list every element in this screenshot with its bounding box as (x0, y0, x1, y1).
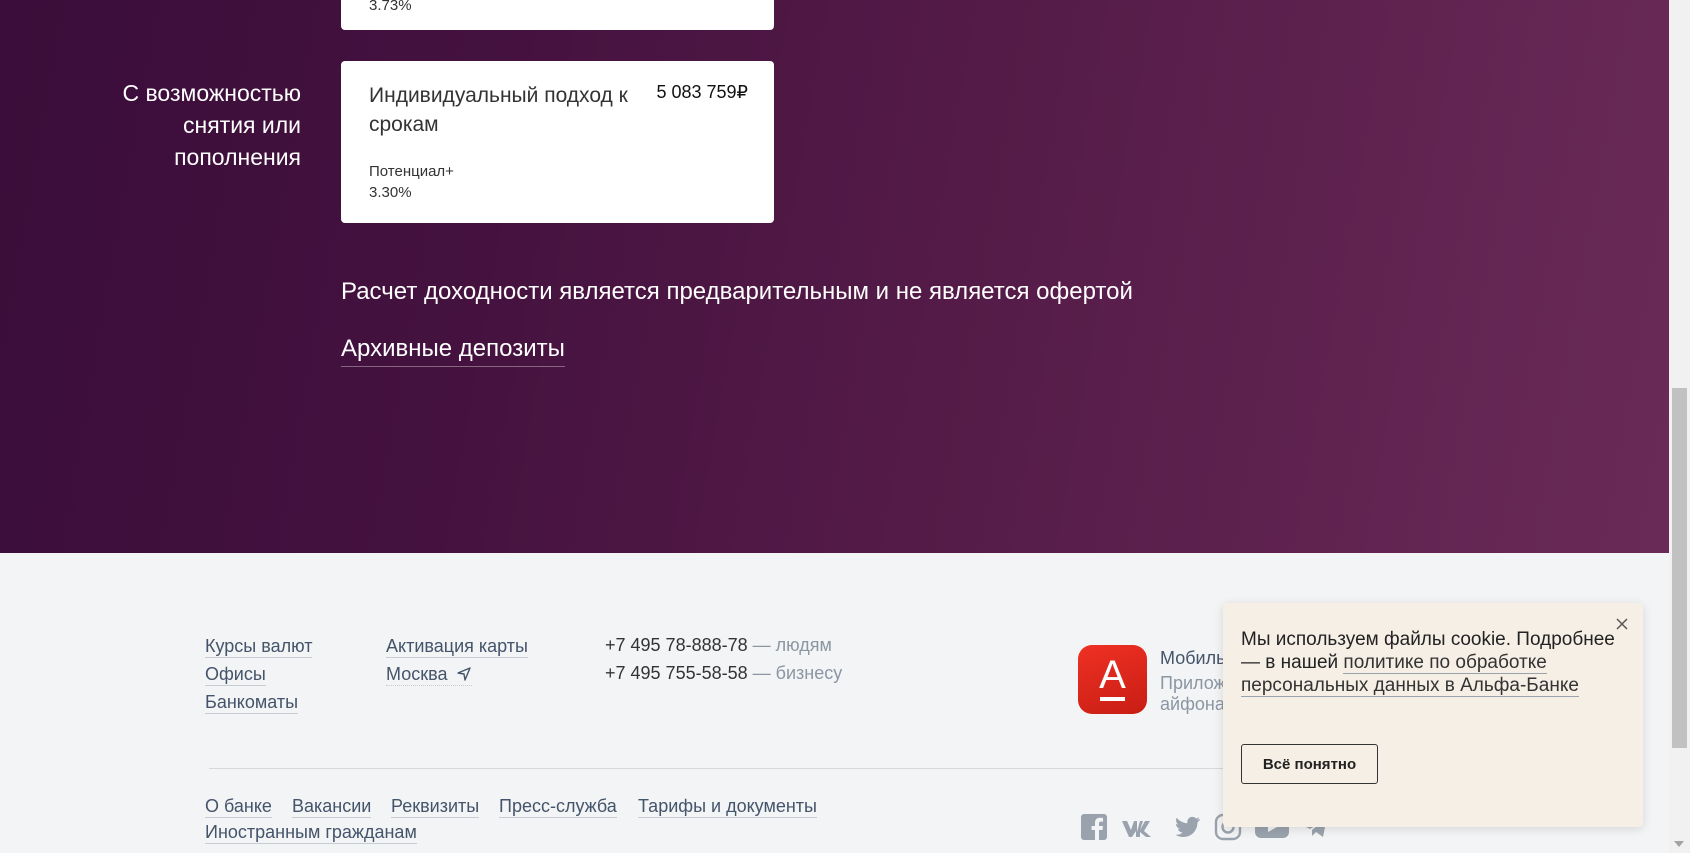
scrollbar-thumb[interactable] (1672, 388, 1687, 748)
footer-link-atms[interactable]: Банкоматы (205, 691, 299, 714)
phone-audience: — бизнесу (752, 663, 843, 683)
app-title[interactable]: Мобиль (1160, 648, 1225, 669)
deposits-section: 3.73% С возможностью снятия или пополнен… (0, 0, 1669, 553)
city-name: Москва (386, 664, 448, 684)
app-icon-letter: А (1099, 653, 1126, 697)
footer-link-press[interactable]: Пресс-служба (499, 795, 617, 818)
alfa-app-icon[interactable]: А (1078, 645, 1147, 714)
close-icon[interactable] (1615, 617, 1629, 631)
page-scrollbar[interactable] (1669, 0, 1690, 853)
cookie-text: Мы используем файлы cookie. Подробнее — … (1241, 628, 1631, 697)
twitter-icon[interactable] (1174, 813, 1202, 841)
footer-divider (209, 768, 1229, 769)
city-selector[interactable]: Москва (386, 663, 473, 686)
vk-icon[interactable] (1120, 813, 1158, 841)
location-arrow-icon (457, 667, 472, 681)
footer-link-card-activation[interactable]: Активация карты (386, 635, 528, 658)
footer-link-vacancies[interactable]: Вакансии (292, 795, 372, 818)
phone-people[interactable]: +7 495 78-888-78 — людям (605, 635, 832, 656)
footer-link-about[interactable]: О банке (205, 795, 272, 818)
deposit-name: Индивидуальный подход к срокам (369, 84, 628, 136)
cookie-banner: Мы используем файлы cookie. Подробнее — … (1223, 603, 1643, 827)
section-label-withdraw: С возможностью снятия или пополнения (122, 80, 301, 170)
deposit-rate: 3.30% (369, 184, 412, 201)
deposit-rate: 3.73% (369, 0, 412, 14)
deposit-card[interactable]: Индивидуальный подход к срокам 5 083 759… (341, 61, 774, 223)
disclaimer-text: Расчет доходности является предварительн… (341, 278, 1133, 305)
deposit-product: Потенциал+ (369, 163, 454, 180)
phone-audience: — людям (752, 635, 832, 655)
footer-link-requisites[interactable]: Реквизиты (391, 795, 480, 818)
phone-business[interactable]: +7 495 755-58-58 — бизнесу (605, 663, 842, 684)
footer-link-offices[interactable]: Офисы (205, 663, 266, 686)
archive-deposits-link[interactable]: Архивные депозиты (341, 335, 565, 367)
footer-link-foreigners[interactable]: Иностранным гражданам (205, 821, 417, 844)
accept-cookies-button[interactable]: Всё понятно (1241, 744, 1378, 784)
facebook-icon[interactable] (1080, 813, 1108, 841)
deposit-amount: 5 083 759₽ (656, 82, 748, 102)
footer-link-rates[interactable]: Курсы валют (205, 635, 313, 658)
phone-number: +7 495 755-58-58 (605, 663, 748, 683)
scroll-down-arrow-icon[interactable] (1674, 841, 1684, 847)
footer-link-tariffs[interactable]: Тарифы и документы (638, 795, 817, 818)
deposit-card-previous[interactable]: 3.73% (341, 0, 774, 30)
phone-number: +7 495 78-888-78 (605, 635, 748, 655)
